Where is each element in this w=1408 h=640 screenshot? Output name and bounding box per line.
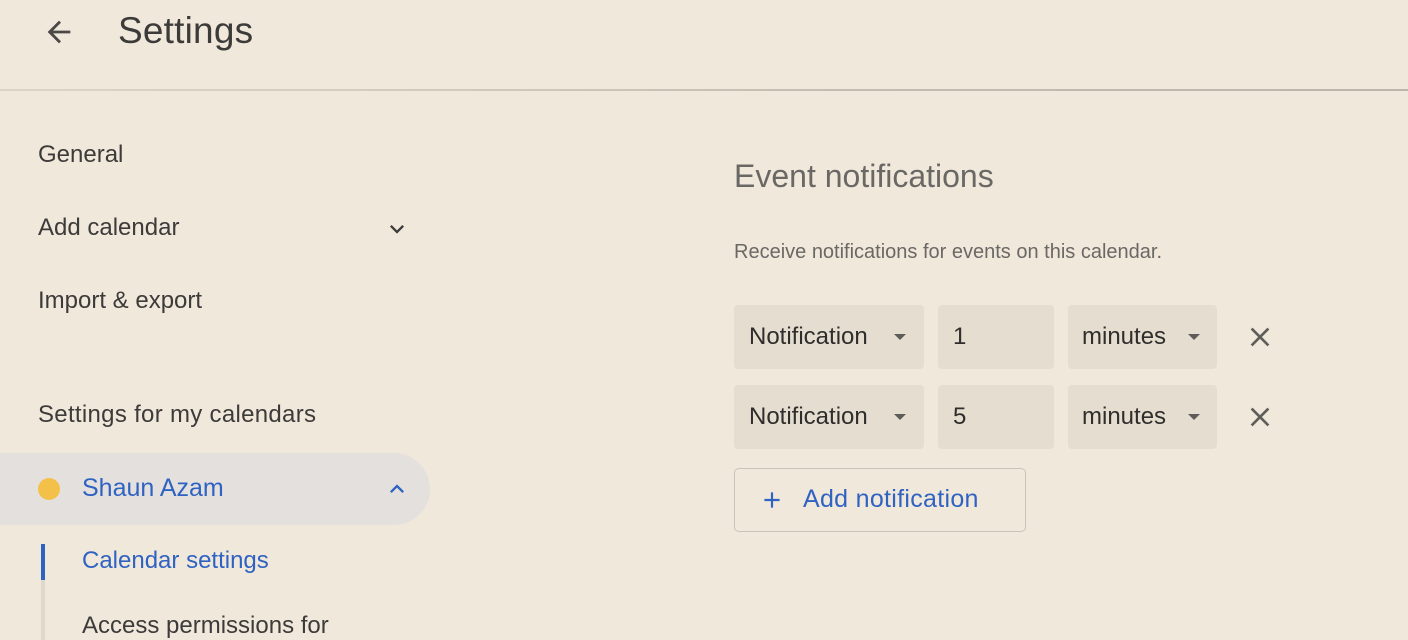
remove-notification-button[interactable] bbox=[1240, 397, 1280, 437]
notification-unit-value: minutes bbox=[1082, 403, 1167, 430]
notification-amount-input[interactable]: 1 bbox=[938, 305, 1054, 369]
notification-unit-value: minutes bbox=[1082, 323, 1167, 350]
sidebar-item-access-permissions[interactable]: Access permissions for bbox=[82, 612, 329, 640]
dropdown-arrow-icon bbox=[894, 414, 906, 420]
calendar-color-dot bbox=[38, 478, 60, 500]
add-calendar-expand-button[interactable] bbox=[383, 215, 411, 243]
chevron-down-icon bbox=[390, 225, 404, 234]
add-notification-label: Add notification bbox=[803, 485, 979, 513]
sidebar-item-calendar-settings[interactable]: Calendar settings bbox=[82, 547, 269, 575]
notification-row: Notification 5 minutes bbox=[734, 385, 1294, 449]
notification-type-select[interactable]: Notification bbox=[734, 385, 924, 449]
notification-type-value: Notification bbox=[749, 323, 868, 350]
header: Settings bbox=[0, 0, 1408, 90]
close-icon bbox=[1250, 407, 1270, 427]
section-description: Receive notifications for events on this… bbox=[734, 241, 1163, 263]
sidebar-item-general[interactable]: General bbox=[38, 141, 123, 169]
dropdown-arrow-icon bbox=[894, 334, 906, 340]
page-title: Settings bbox=[118, 10, 254, 51]
close-icon bbox=[1250, 327, 1270, 347]
dropdown-arrow-icon bbox=[1188, 414, 1200, 420]
sidebar-calendar-item[interactable]: Shaun Azam bbox=[0, 453, 430, 525]
header-divider bbox=[0, 89, 1408, 91]
dropdown-arrow-icon bbox=[1188, 334, 1200, 340]
section-title: Event notifications bbox=[734, 158, 994, 194]
arrow-back-icon bbox=[47, 20, 71, 44]
sidebar-item-import-export[interactable]: Import & export bbox=[38, 287, 202, 315]
settings-page: Settings General Add calendar Import & e… bbox=[0, 0, 1408, 640]
notification-type-select[interactable]: Notification bbox=[734, 305, 924, 369]
active-indicator bbox=[41, 544, 45, 580]
notification-type-value: Notification bbox=[749, 403, 868, 430]
notification-amount-input[interactable]: 5 bbox=[938, 385, 1054, 449]
remove-notification-button[interactable] bbox=[1240, 317, 1280, 357]
plus-icon bbox=[764, 492, 780, 508]
notification-unit-select[interactable]: minutes bbox=[1068, 305, 1217, 369]
sidebar-item-add-calendar[interactable]: Add calendar bbox=[38, 214, 179, 242]
notification-row: Notification 1 minutes bbox=[734, 305, 1294, 369]
calendar-collapse-button[interactable] bbox=[383, 475, 411, 503]
add-notification-button[interactable]: Add notification bbox=[734, 468, 1026, 532]
section-heading: Settings for my calendars bbox=[38, 401, 317, 428]
chevron-up-icon bbox=[390, 484, 404, 493]
back-button[interactable] bbox=[30, 6, 88, 58]
calendar-name: Shaun Azam bbox=[82, 474, 224, 502]
notification-unit-select[interactable]: minutes bbox=[1068, 385, 1217, 449]
